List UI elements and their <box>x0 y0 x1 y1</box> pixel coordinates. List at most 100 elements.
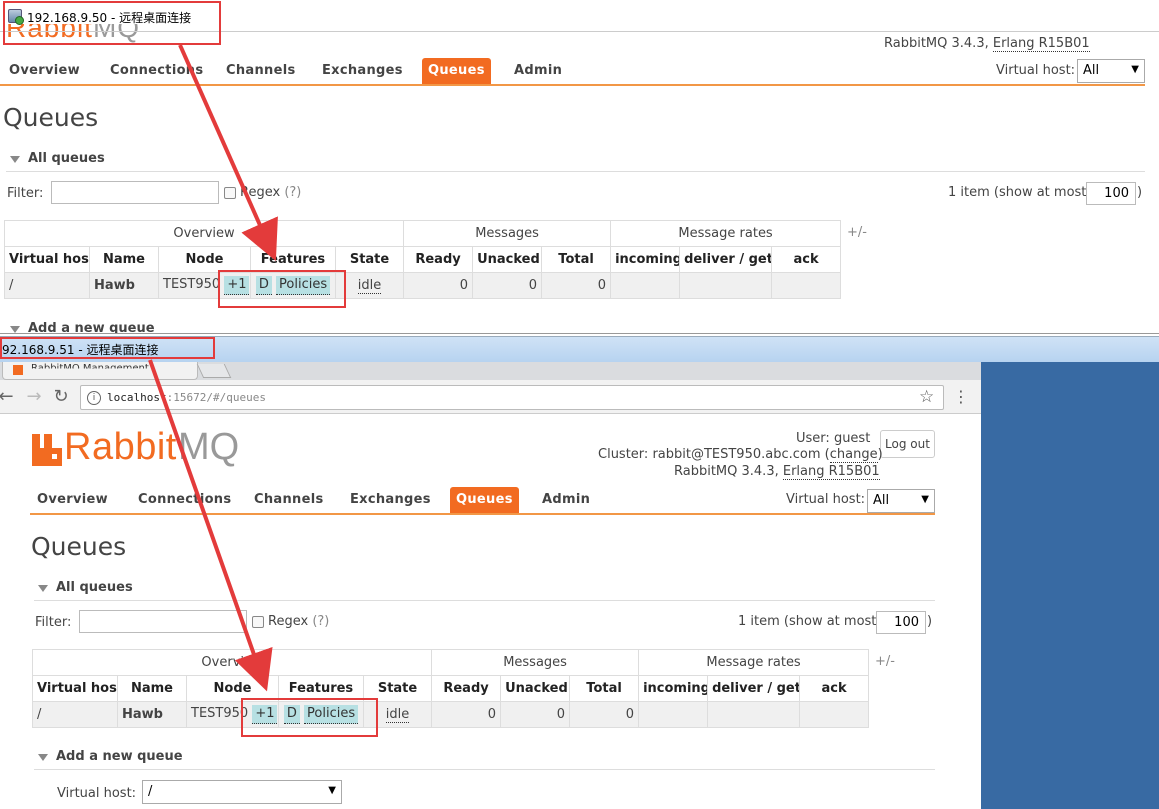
show-at-most-input[interactable]: 100 <box>876 611 926 634</box>
cell-ack <box>799 701 870 728</box>
bookmark-star-icon[interactable]: ☆ <box>919 387 934 407</box>
nav-admin[interactable]: Admin <box>542 492 590 507</box>
erlang-link[interactable]: Erlang R15B01 <box>782 464 880 480</box>
table-row[interactable]: / Hawb TEST950 +1 D Policies idle 0 0 0 <box>32 701 870 728</box>
nav-underline <box>0 84 1145 86</box>
version-info: RabbitMQ 3.4.3, Erlang R15B01 <box>674 464 880 480</box>
add-queue-heading: Add a new queue <box>28 321 155 334</box>
logo-text-mq: MQ <box>178 426 240 468</box>
forward-arrow-icon[interactable]: → <box>24 387 44 407</box>
nav-queues[interactable]: Queues <box>450 487 519 514</box>
table-row[interactable]: / Hawb TEST950 +1 D Policies idle 0 0 0 <box>4 272 842 299</box>
reload-icon[interactable]: ↻ <box>51 387 71 407</box>
col-ready[interactable]: Ready <box>431 675 502 702</box>
remote-desktop-background <box>981 362 1159 809</box>
col-state[interactable]: State <box>334 246 405 273</box>
col-features[interactable]: Features <box>250 246 336 273</box>
browser-tab[interactable]: RabbitMQ Management <box>2 362 198 380</box>
nav-exchanges[interactable]: Exchanges <box>350 492 431 507</box>
add-vhost-select[interactable]: / ▼ <box>142 780 342 804</box>
col-deliver-get[interactable]: deliver / get <box>707 675 801 702</box>
browser-toolbar: ← → ↻ i localhost:15672/#/queues ☆ ⋮ <box>0 380 981 414</box>
col-virtual-host[interactable]: Virtual host <box>4 246 90 273</box>
cell-incoming <box>638 701 709 728</box>
nav-connections[interactable]: Connections <box>110 63 203 78</box>
add-queue-section[interactable]: Add a new queue <box>6 318 1145 334</box>
chevron-down-icon: ▼ <box>921 494 929 505</box>
add-vhost-label: Virtual host: <box>57 786 137 801</box>
cell-name[interactable]: Hawb <box>117 701 187 728</box>
regex-checkbox[interactable] <box>224 187 236 199</box>
logout-button[interactable]: Log out <box>880 430 935 458</box>
col-name[interactable]: Name <box>117 675 187 702</box>
nav-exchanges[interactable]: Exchanges <box>322 63 403 78</box>
col-name[interactable]: Name <box>89 246 159 273</box>
col-ack[interactable]: ack <box>799 675 870 702</box>
state-idle: idle <box>385 707 410 723</box>
main-nav: Overview Connections Channels Exchanges … <box>0 57 1145 87</box>
cell-ready: 0 <box>403 272 474 299</box>
menu-dots-icon[interactable]: ⋮ <box>953 389 969 405</box>
all-queues-section[interactable]: All queues <box>34 577 935 601</box>
cell-deliver-get <box>707 701 801 728</box>
col-unacked[interactable]: Unacked <box>472 246 543 273</box>
collapse-triangle-icon <box>38 754 48 761</box>
cluster-info: Cluster: rabbit@TEST950.abc.com (change) <box>598 447 883 463</box>
nav-overview[interactable]: Overview <box>9 63 80 78</box>
filter-label: Filter: <box>7 186 44 201</box>
nav-channels[interactable]: Channels <box>254 492 324 507</box>
regex-checkbox[interactable] <box>252 616 264 628</box>
erlang-link[interactable]: Erlang R15B01 <box>992 36 1090 52</box>
nav-queues[interactable]: Queues <box>422 58 491 85</box>
col-incoming[interactable]: incoming <box>638 675 709 702</box>
nav-connections[interactable]: Connections <box>138 492 231 507</box>
page-title: Queues <box>3 103 99 132</box>
columns-toggle[interactable]: +/- <box>847 225 867 240</box>
regex-help-link[interactable]: (?) <box>284 185 301 200</box>
filter-input[interactable] <box>51 181 219 204</box>
col-deliver-get[interactable]: deliver / get <box>679 246 773 273</box>
back-arrow-icon[interactable]: ← <box>0 387 16 407</box>
nav-channels[interactable]: Channels <box>226 63 296 78</box>
node-name: TEST950 <box>163 277 221 292</box>
regex-help-link[interactable]: (?) <box>312 614 329 629</box>
col-total[interactable]: Total <box>541 246 612 273</box>
virtual-host-select[interactable]: All ▼ <box>1077 59 1145 83</box>
change-cluster-link[interactable]: change <box>829 447 878 463</box>
filter-label: Filter: <box>35 615 72 630</box>
col-total[interactable]: Total <box>569 675 640 702</box>
group-message-rates: Message rates <box>610 220 842 247</box>
group-messages: Messages <box>403 220 612 247</box>
add-queue-heading: Add a new queue <box>56 749 183 764</box>
nav-admin[interactable]: Admin <box>514 63 562 78</box>
columns-toggle[interactable]: +/- <box>875 654 895 669</box>
add-queue-section[interactable]: Add a new queue <box>34 746 935 770</box>
cell-name[interactable]: Hawb <box>89 272 159 299</box>
cell-ack <box>771 272 842 299</box>
virtual-host-select[interactable]: All ▼ <box>867 489 935 513</box>
node-name: TEST950 <box>191 706 249 721</box>
all-queues-heading: All queues <box>56 580 133 595</box>
close-paren: ) <box>1137 185 1143 200</box>
nav-overview[interactable]: Overview <box>37 492 108 507</box>
col-unacked[interactable]: Unacked <box>500 675 571 702</box>
close-paren: ) <box>927 614 933 629</box>
logo-text-rabbit: Rabbit <box>64 426 177 468</box>
all-queues-section[interactable]: All queues <box>6 148 1145 172</box>
col-virtual-host[interactable]: Virtual host <box>32 675 118 702</box>
col-node[interactable]: Node <box>158 246 251 273</box>
regex-label: Regex (?) <box>240 185 302 200</box>
filter-input[interactable] <box>79 610 247 633</box>
show-at-most-input[interactable]: 100 <box>1086 182 1136 205</box>
col-ack[interactable]: ack <box>771 246 842 273</box>
cell-unacked: 0 <box>472 272 543 299</box>
version-info: RabbitMQ 3.4.3, Erlang R15B01 <box>884 36 1090 52</box>
info-icon[interactable]: i <box>87 391 101 405</box>
cell-total: 0 <box>569 701 640 728</box>
col-incoming[interactable]: incoming <box>610 246 681 273</box>
address-bar[interactable]: i localhost:15672/#/queues ☆ <box>80 385 944 410</box>
new-tab-button[interactable] <box>196 364 232 378</box>
page-title: Queues <box>31 532 127 561</box>
col-ready[interactable]: Ready <box>403 246 474 273</box>
annotation-box-title-bottom <box>0 337 215 359</box>
